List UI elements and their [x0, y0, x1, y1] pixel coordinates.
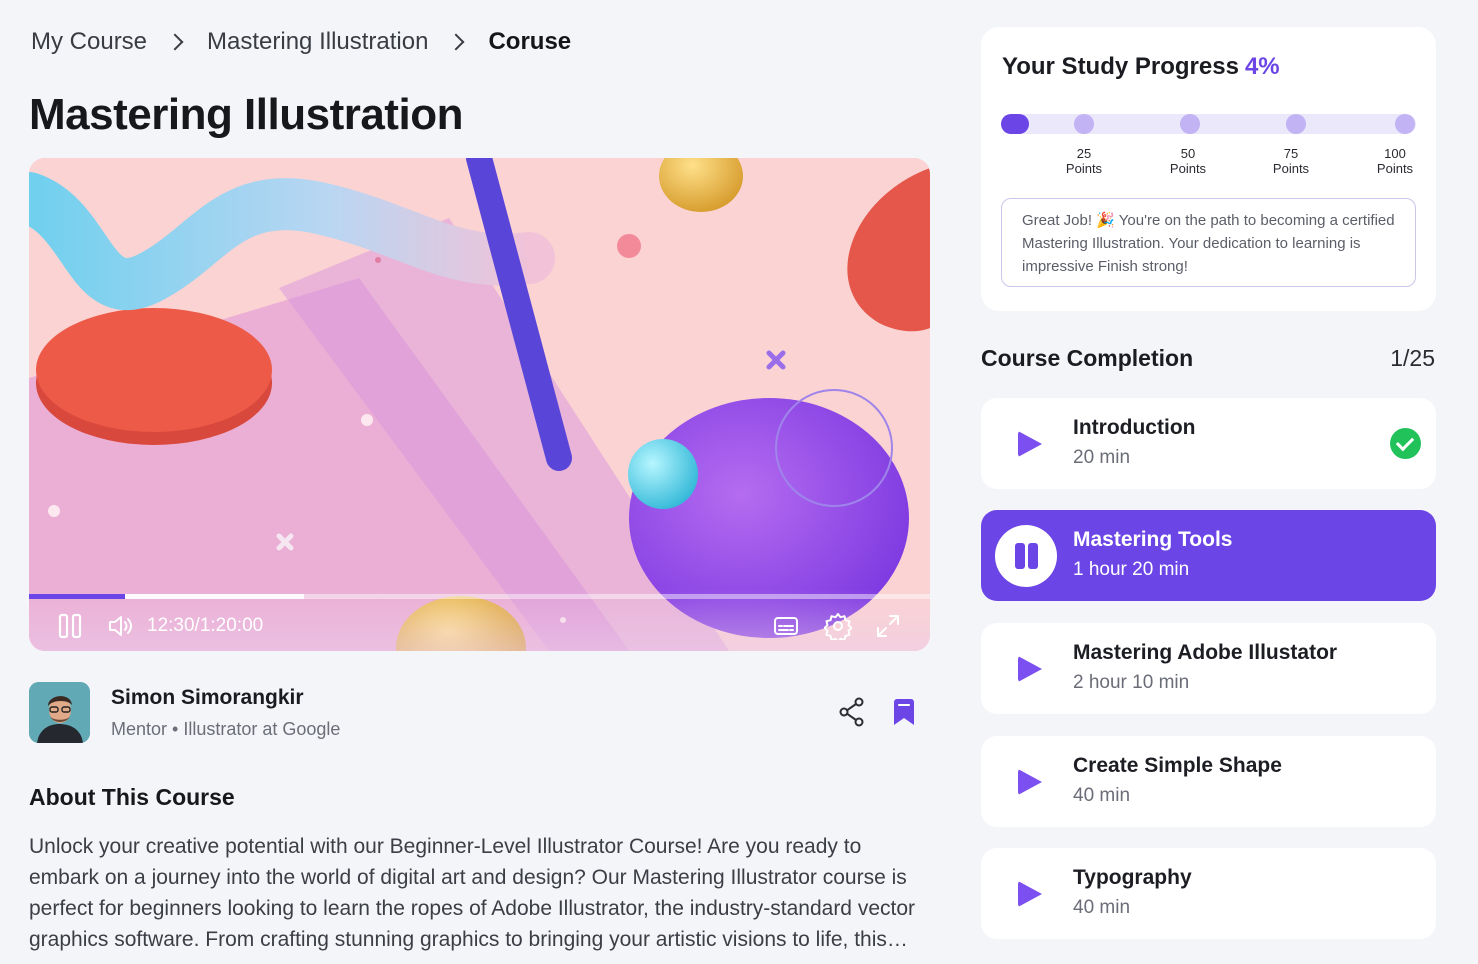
- lesson-duration: 40 min: [1073, 785, 1131, 806]
- study-progress-message: Great Job! 🎉 You're on the path to becom…: [1001, 198, 1416, 287]
- bookmark-icon[interactable]: [891, 697, 917, 727]
- study-progress-label: Your Study Progress: [1002, 53, 1239, 80]
- lesson-title: Introduction: [1073, 416, 1196, 439]
- study-progress-bar: [1001, 114, 1416, 134]
- video-progress-track[interactable]: [29, 594, 930, 599]
- pause-icon[interactable]: [995, 525, 1057, 587]
- study-progress-card: Your Study Progress 4% 25 Points 50 Points …: [981, 27, 1436, 311]
- lesson-title: Create Simple Shape: [1073, 754, 1282, 777]
- chevron-right-icon: [447, 33, 465, 51]
- share-icon[interactable]: [838, 697, 866, 727]
- lesson-introduction[interactable]: Introduction 20 min: [981, 398, 1436, 489]
- about-text: Unlock your creative potential with our …: [29, 835, 916, 951]
- lesson-duration: 20 min: [1073, 447, 1131, 468]
- lesson-title: Mastering Tools: [1073, 528, 1233, 551]
- course-completion-title: Course Completion: [981, 345, 1194, 371]
- milestone-dot: [1074, 114, 1094, 134]
- chevron-right-icon: [166, 33, 184, 51]
- milestone-50: 50 Points: [1169, 146, 1207, 176]
- milestone-dot: [1395, 114, 1415, 134]
- milestone-dot: [1180, 114, 1200, 134]
- play-icon[interactable]: [1018, 656, 1042, 682]
- play-icon[interactable]: [1018, 769, 1042, 795]
- about-title: About This Course: [29, 784, 235, 810]
- breadcrumb: My Course Mastering Illustration Coruse: [31, 28, 571, 56]
- milestone-dot: [1286, 114, 1306, 134]
- avatar: [29, 682, 90, 743]
- pause-icon[interactable]: [57, 611, 83, 641]
- play-icon[interactable]: [1018, 881, 1042, 907]
- lesson-duration: 1 hour 20 min: [1073, 559, 1190, 580]
- video-player[interactable]: 12:30/1:20:00: [29, 158, 930, 651]
- video-played: [29, 594, 126, 599]
- lesson-duration: 2 hour 10 min: [1073, 672, 1190, 693]
- milestone-75: 75 Points: [1272, 146, 1310, 176]
- milestone-100: 100 Points: [1376, 146, 1414, 176]
- page-title: Mastering Illustration: [29, 90, 463, 139]
- lesson-mastering-adobe-illustrator[interactable]: Mastering Adobe Illustator 2 hour 10 min: [981, 623, 1436, 714]
- settings-icon[interactable]: [824, 611, 852, 641]
- subtitles-icon[interactable]: [773, 611, 799, 641]
- lesson-title: Mastering Adobe Illustator: [1073, 641, 1338, 664]
- breadcrumb-mastering-illustration[interactable]: Mastering Illustration: [207, 28, 428, 56]
- fullscreen-icon[interactable]: [875, 611, 901, 641]
- study-progress-percent: 4%: [1244, 53, 1280, 80]
- lesson-mastering-tools[interactable]: Mastering Tools 1 hour 20 min: [981, 510, 1436, 601]
- mentor-name: Simon Simorangkir: [111, 686, 304, 709]
- lesson-duration: 40 min: [1073, 897, 1131, 918]
- video-thumbnail-art: [29, 158, 930, 651]
- mentor-role: Mentor • Illustrator at Google: [111, 719, 341, 739]
- lesson-create-simple-shape[interactable]: Create Simple Shape 40 min: [981, 736, 1436, 827]
- check-circle-icon: [1390, 428, 1421, 459]
- milestone-25: 25 Points: [1065, 146, 1103, 176]
- study-progress-fill: [1001, 114, 1029, 134]
- course-completion-count: 1/25: [1390, 345, 1435, 371]
- breadcrumb-my-course[interactable]: My Course: [31, 28, 147, 56]
- study-progress-title: Your Study Progress 4%: [1002, 53, 1280, 81]
- breadcrumb-current: Coruse: [488, 28, 572, 55]
- video-time: 12:30/1:20:00: [147, 615, 264, 636]
- play-icon[interactable]: [1018, 431, 1042, 457]
- volume-icon[interactable]: [107, 611, 135, 641]
- lesson-typography[interactable]: Typography 40 min: [981, 848, 1436, 939]
- lesson-title: Typography: [1073, 866, 1192, 889]
